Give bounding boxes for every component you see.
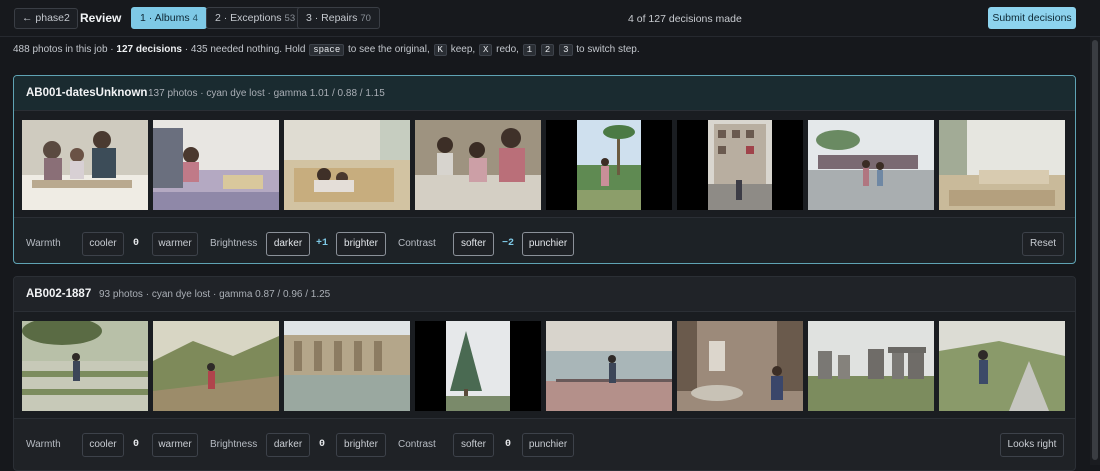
girl-on-bed-photo-icon bbox=[153, 120, 279, 210]
softer-button[interactable]: softer bbox=[453, 232, 494, 256]
page-title: Review bbox=[80, 11, 122, 25]
submit-decisions-button[interactable]: Submit decisions bbox=[988, 7, 1076, 29]
kbd-space: space bbox=[309, 44, 345, 56]
help-text-part: keep, bbox=[447, 44, 478, 55]
kbd-step-3: 3 bbox=[559, 44, 573, 56]
photo-strip bbox=[14, 311, 1075, 419]
back-to-phase2-button[interactable]: ← phase2 bbox=[14, 8, 78, 29]
family-group-photo-icon bbox=[415, 120, 541, 210]
help-decisions-count: 127 decisions bbox=[116, 44, 182, 55]
photo-thumbnail[interactable] bbox=[546, 120, 672, 210]
photo-strip bbox=[14, 110, 1075, 218]
decision-progress: 4 of 127 decisions made bbox=[628, 13, 742, 25]
warmth-value: 0 bbox=[132, 439, 139, 450]
brightness-label: Brightness bbox=[210, 238, 258, 249]
album-meta: 93 photos · cyan dye lost · gamma 0.87 /… bbox=[99, 289, 331, 300]
album-name: AB002-1887 bbox=[26, 288, 92, 300]
kbd-step-1: 1 bbox=[522, 44, 537, 56]
softer-button[interactable]: softer bbox=[453, 433, 494, 457]
adjustment-controls: Warmth cooler 0 warmer Brightness darker… bbox=[14, 224, 1075, 263]
photo-thumbnail[interactable] bbox=[415, 120, 541, 210]
photo-thumbnail[interactable] bbox=[808, 321, 934, 411]
album-header: AB002-1887 93 photos · cyan dye lost · g… bbox=[14, 277, 1075, 311]
photo-thumbnail[interactable] bbox=[939, 321, 1065, 411]
darker-button[interactable]: darker bbox=[266, 232, 310, 256]
contrast-label: Contrast bbox=[398, 439, 436, 450]
kbd-keep: K bbox=[433, 44, 447, 56]
roman-bath-photo-icon bbox=[284, 321, 410, 411]
cooler-button[interactable]: cooler bbox=[82, 433, 124, 457]
fountain-statue-photo-icon bbox=[677, 321, 803, 411]
help-text: 488 photos in this job · 127 decisions ·… bbox=[13, 43, 640, 57]
help-text-part: to see the original, bbox=[345, 44, 433, 55]
photo-thumbnail[interactable] bbox=[546, 321, 672, 411]
help-text-part: · 435 needed nothing. Hold bbox=[182, 44, 309, 55]
girl-by-palm-photo-icon bbox=[577, 120, 641, 210]
photo-thumbnail[interactable] bbox=[153, 321, 279, 411]
album-card-ab001[interactable]: AB001-datesUnknown 137 photos · cyan dye… bbox=[13, 75, 1076, 264]
tab-albums-count: 4 bbox=[192, 13, 198, 24]
building-construction-photo-icon bbox=[708, 120, 772, 210]
family-meal-photo-icon bbox=[22, 120, 148, 210]
valley-hiker-photo-icon bbox=[153, 321, 279, 411]
warmer-button[interactable]: warmer bbox=[152, 433, 198, 457]
warmth-value: 0 bbox=[132, 238, 139, 249]
contrast-value: −2 bbox=[501, 238, 514, 249]
adjustment-controls: Warmth cooler 0 warmer Brightness darker… bbox=[14, 425, 1075, 465]
scrollbar-thumb[interactable] bbox=[1092, 40, 1098, 460]
warmer-button[interactable]: warmer bbox=[152, 232, 198, 256]
photo-thumbnail[interactable] bbox=[415, 321, 541, 411]
tab-exceptions[interactable]: 2 · Exceptions 53 bbox=[206, 7, 305, 29]
photo-thumbnail[interactable] bbox=[153, 120, 279, 210]
tab-repairs-count: 70 bbox=[360, 13, 371, 24]
photo-thumbnail[interactable] bbox=[22, 321, 148, 411]
brightness-label: Brightness bbox=[210, 439, 258, 450]
photo-thumbnail[interactable] bbox=[677, 120, 803, 210]
help-text-part: redo, bbox=[493, 44, 522, 55]
contrast-label: Contrast bbox=[398, 238, 436, 249]
tab-repairs[interactable]: 3 · Repairs 70 bbox=[297, 7, 380, 29]
help-text-part: to switch step. bbox=[573, 44, 640, 55]
room-interior-photo-icon bbox=[939, 120, 1065, 210]
reset-button[interactable]: Reset bbox=[1022, 232, 1064, 256]
warmth-label: Warmth bbox=[26, 439, 61, 450]
brighter-button[interactable]: brighter bbox=[336, 232, 386, 256]
album-name: AB001-datesUnknown bbox=[26, 87, 148, 99]
people-by-boat-photo-icon bbox=[808, 120, 934, 210]
photo-thumbnail[interactable] bbox=[939, 120, 1065, 210]
pine-tree-photo-icon bbox=[446, 321, 510, 411]
looks-right-button[interactable]: Looks right bbox=[1000, 433, 1064, 457]
kbd-step-2: 2 bbox=[540, 44, 555, 56]
album-card-ab002[interactable]: AB002-1887 93 photos · cyan dye lost · g… bbox=[13, 276, 1076, 471]
tab-exceptions-count: 53 bbox=[284, 13, 296, 24]
photo-thumbnail[interactable] bbox=[22, 120, 148, 210]
pier-sea-photo-icon bbox=[546, 321, 672, 411]
tab-albums-label: 1 · Albums bbox=[140, 12, 190, 24]
help-text-part: 488 photos in this job · bbox=[13, 44, 117, 55]
photo-thumbnail[interactable] bbox=[677, 321, 803, 411]
tab-albums[interactable]: 1 · Albums 4 bbox=[131, 7, 207, 29]
cooler-button[interactable]: cooler bbox=[82, 232, 124, 256]
album-meta: 137 photos · cyan dye lost · gamma 1.01 … bbox=[148, 88, 385, 99]
kbd-redo: X bbox=[478, 44, 493, 56]
brightness-value: +1 bbox=[315, 238, 328, 249]
darker-button[interactable]: darker bbox=[266, 433, 310, 457]
brighter-button[interactable]: brighter bbox=[336, 433, 386, 457]
tab-exceptions-label: 2 · Exceptions bbox=[215, 12, 282, 24]
punchier-button[interactable]: punchier bbox=[522, 433, 574, 457]
tab-repairs-label: 3 · Repairs bbox=[306, 12, 358, 24]
punchier-button[interactable]: punchier bbox=[522, 232, 574, 256]
warmth-label: Warmth bbox=[26, 238, 61, 249]
stonehenge-photo-icon bbox=[808, 321, 934, 411]
moor-hiker-photo-icon bbox=[939, 321, 1065, 411]
top-bar: ← phase2 Review 1 · Albums 4 2 · Exceptio… bbox=[0, 0, 1100, 37]
photo-thumbnail[interactable] bbox=[284, 321, 410, 411]
album-header: AB001-datesUnknown 137 photos · cyan dye… bbox=[14, 76, 1075, 110]
photo-thumbnail[interactable] bbox=[284, 120, 410, 210]
kids-on-bed-photo-icon bbox=[284, 120, 410, 210]
brightness-value: 0 bbox=[318, 439, 325, 450]
photo-thumbnail[interactable] bbox=[808, 120, 934, 210]
garden-walk-photo-icon bbox=[22, 321, 148, 411]
contrast-value: 0 bbox=[504, 439, 511, 450]
